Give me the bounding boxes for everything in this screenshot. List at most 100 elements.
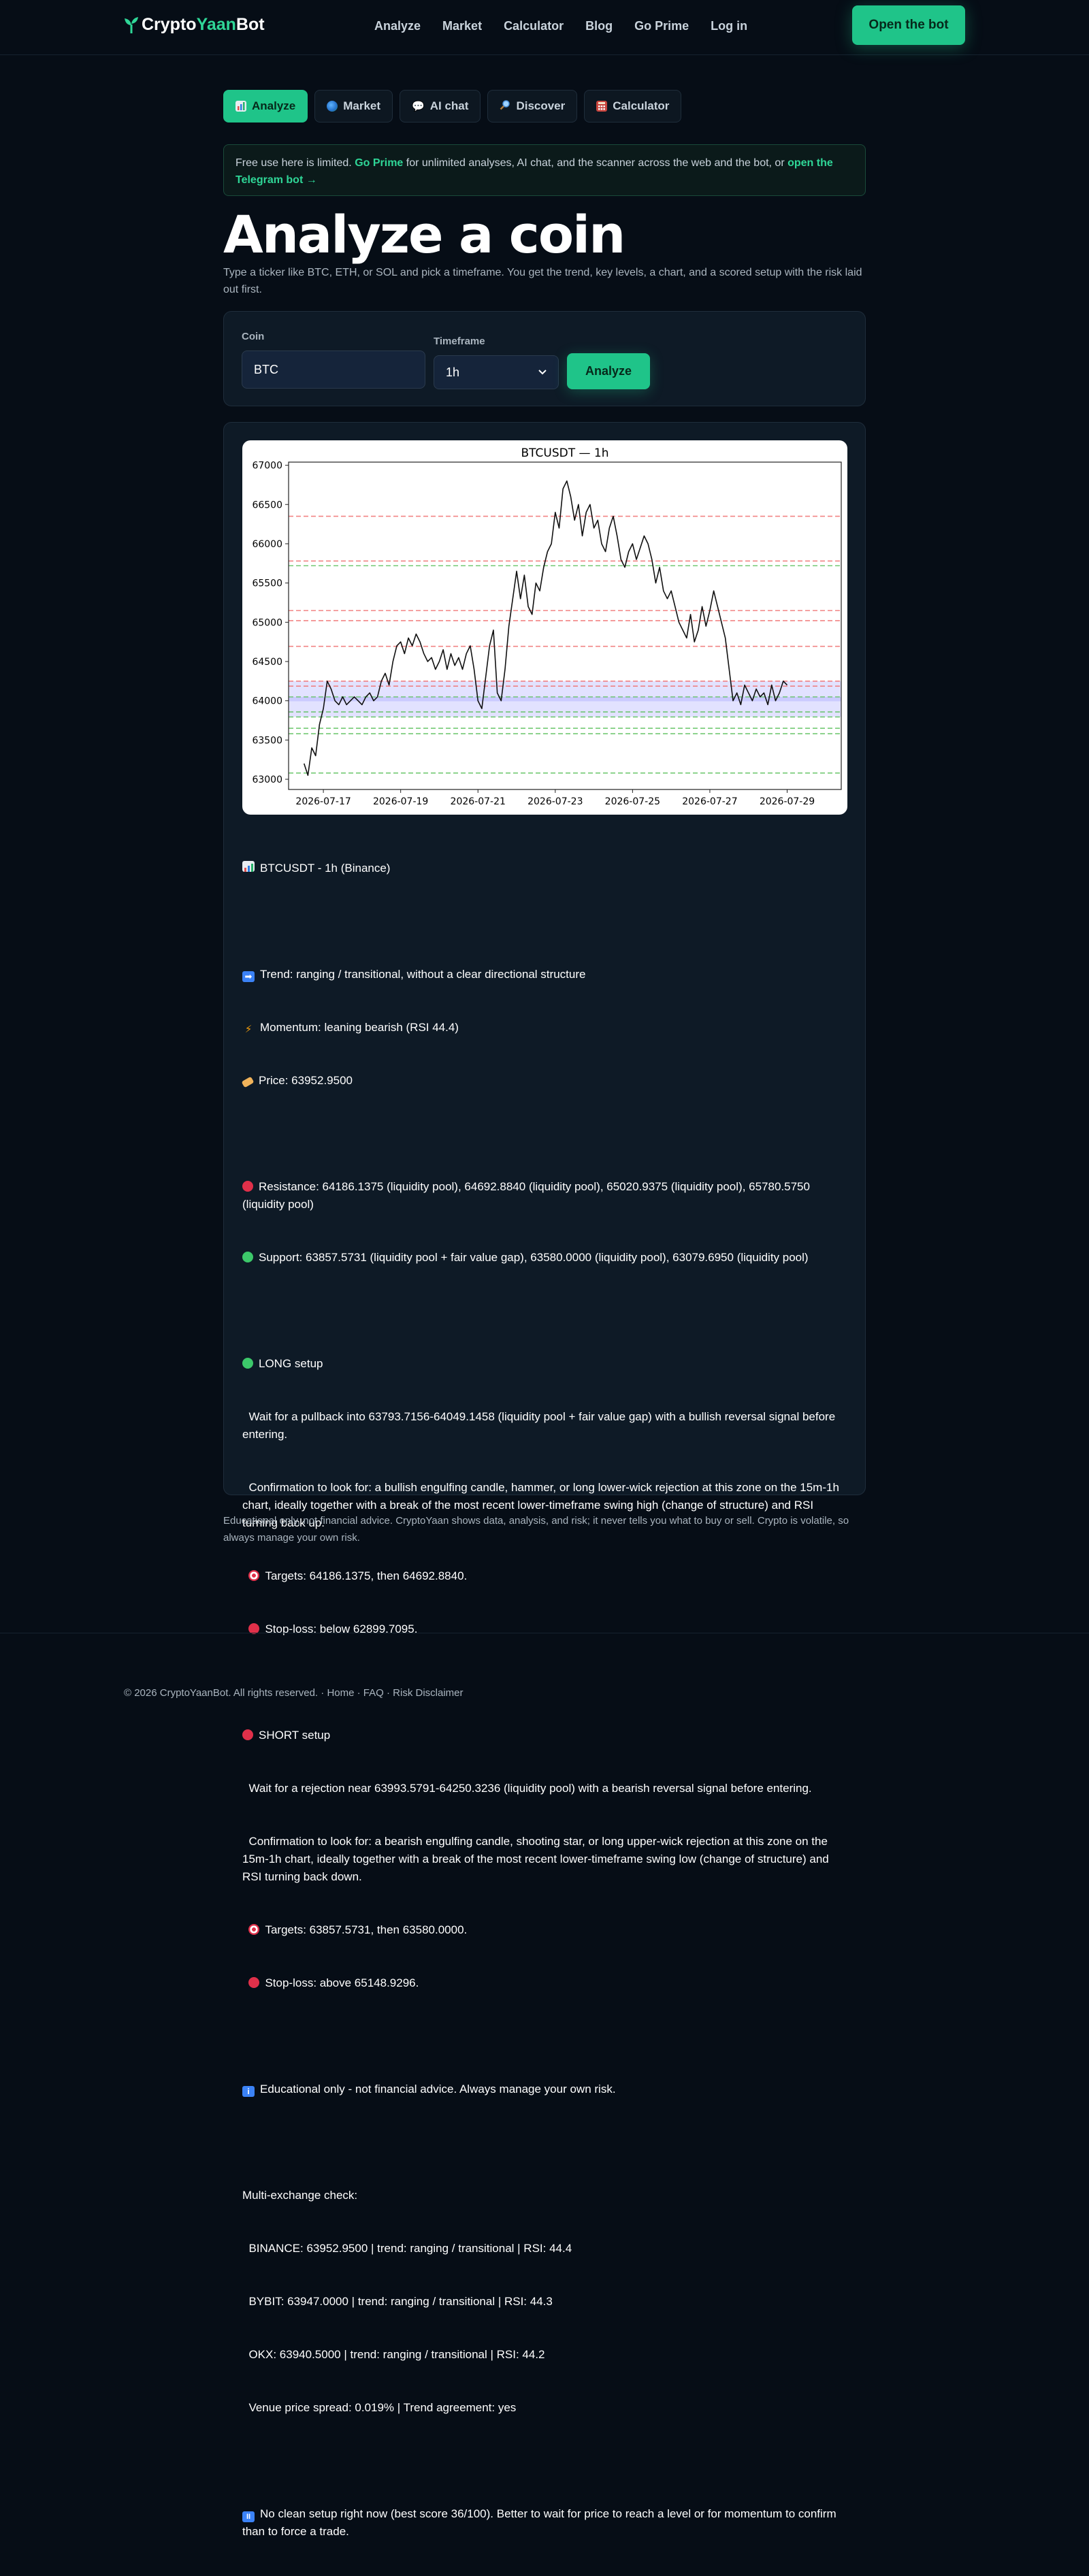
tab-calculator[interactable]: Calculator: [584, 90, 682, 123]
chart-title: BTCUSDT — 1h: [521, 446, 608, 460]
chart-y-tick-label: 64500: [252, 657, 282, 668]
logo-text-yaan: Yaan: [196, 15, 236, 34]
analyze-form: Coin Timeframe 1h Analyze: [223, 311, 866, 406]
target-icon: [248, 1924, 260, 1935]
top-nav: Crypto Yaan Bot Analyze Market Calculator …: [0, 0, 1089, 55]
analysis-result: BTCUSDT — 1h 63000 63500 64000 64500 65000 655…: [223, 422, 866, 2538]
nav-calculator[interactable]: Calculator: [504, 19, 564, 33]
footer-separator: ·: [318, 1687, 327, 1699]
timeframe-value: 1h: [446, 365, 460, 379]
bar-chart-icon: [242, 861, 255, 872]
magnifier-icon: [500, 99, 510, 114]
tab-bar: Analyze Market 💬 AI chat Discover Calcul…: [223, 90, 866, 123]
nav-market[interactable]: Market: [442, 19, 482, 33]
logo[interactable]: Crypto Yaan Bot: [124, 15, 265, 35]
nav-analyze[interactable]: Analyze: [374, 19, 421, 33]
report-trend: Trend: ranging / transitional, without a…: [260, 968, 586, 981]
report-header: BTCUSDT - 1h (Binance): [260, 862, 391, 875]
pause-icon: II: [242, 2511, 255, 2522]
coin-label: Coin: [242, 331, 265, 342]
report-price: Price: 63952.9500: [259, 1074, 353, 1087]
stop-icon: [248, 1977, 260, 1988]
right-arrow-icon: ➡: [242, 971, 255, 982]
green-circle-icon: [242, 1252, 253, 1262]
logo-text-crypto: Crypto: [142, 15, 197, 34]
nav-go-prime[interactable]: Go Prime: [634, 19, 689, 33]
page-disclaimer: Educational only, not financial advice. …: [223, 1515, 849, 1544]
exchange-okx: OKX: 63940.5000 | trend: ranging / trans…: [242, 2348, 545, 2361]
green-circle-icon: [242, 1358, 253, 1369]
venue-spread: Venue price spread: 0.019% | Trend agree…: [242, 2401, 517, 2414]
go-prime-link[interactable]: Go Prime: [355, 157, 403, 169]
notice-text: Free use here is limited.: [235, 157, 355, 169]
tab-label: Calculator: [613, 99, 670, 112]
price-tag-icon: [241, 1076, 255, 1088]
report-verdict: No clean setup right now (best score 36/…: [242, 2507, 840, 2538]
chart-y-tick-label: 67000: [252, 461, 282, 472]
chart-x-tick-label: 2026-07-17: [295, 796, 351, 807]
chart-x-tick-label: 2026-07-27: [682, 796, 737, 807]
chart-y-tick-label: 66500: [252, 500, 282, 510]
lightning-icon: ⚡: [244, 1024, 253, 1035]
short-setup-confirmation: Confirmation to look for: a bearish engu…: [242, 1835, 832, 1883]
sprout-icon: [125, 16, 138, 33]
logo-text-bot: Bot: [235, 15, 265, 34]
footer: © 2026 CryptoYaanBot. All rights reserve…: [124, 1687, 464, 1699]
chart-y-tick-label: 64000: [252, 696, 282, 707]
tab-analyze[interactable]: Analyze: [223, 90, 308, 123]
footer-separator: ·: [383, 1687, 393, 1699]
coin-input[interactable]: [242, 350, 425, 389]
target-icon: [248, 1570, 260, 1581]
page-title: Analyze a coin: [223, 204, 625, 265]
timeframe-label: Timeframe: [434, 336, 485, 347]
tab-market[interactable]: Market: [314, 90, 393, 123]
chart-y-tick-label: 66000: [252, 539, 282, 550]
bar-chart-icon: [235, 101, 246, 112]
tab-ai-chat[interactable]: 💬 AI chat: [400, 90, 481, 123]
chart-y-tick-label: 63500: [252, 735, 282, 746]
chart-frame: [288, 461, 842, 790]
tab-label: Analyze: [252, 99, 296, 112]
globe-icon: [327, 101, 338, 112]
footer-separator: ·: [354, 1687, 363, 1699]
footer-risk-link[interactable]: Risk Disclaimer: [393, 1687, 463, 1699]
red-circle-icon: [242, 1729, 253, 1740]
analysis-report: BTCUSDT - 1h (Binance) ➡ Trend: ranging /…: [241, 824, 848, 2576]
nav-links: Analyze Market Calculator Blog Go Prime …: [374, 19, 747, 33]
report-momentum: Momentum: leaning bearish (RSI 44.4): [260, 1021, 459, 1034]
chart-x-tick-label: 2026-07-21: [451, 796, 506, 807]
timeframe-select[interactable]: 1h: [434, 355, 559, 389]
short-setup-entry: Wait for a rejection near 63993.5791-642…: [242, 1782, 812, 1795]
notice-text: for unlimited analyses, AI chat, and the…: [403, 157, 788, 169]
open-bot-button[interactable]: Open the bot: [852, 5, 965, 45]
short-targets: Targets: 63857.5731, then 63580.0000.: [265, 1923, 468, 1936]
chart-zone: [289, 681, 841, 702]
footer-faq-link[interactable]: FAQ: [363, 1687, 384, 1699]
tab-label: Market: [343, 99, 381, 112]
speech-bubble-icon: 💬: [412, 101, 425, 112]
report-educational: Educational only - not financial advice.…: [260, 2083, 616, 2096]
chart-y-tick-label: 63000: [252, 775, 282, 785]
report-support: Support: 63857.5731 (liquidity pool + fa…: [259, 1251, 809, 1264]
calculator-icon: [596, 101, 608, 112]
chevron-down-icon: [538, 370, 547, 375]
nav-log-in[interactable]: Log in: [711, 19, 747, 33]
tab-label: Discover: [516, 99, 566, 112]
price-chart-svg: BTCUSDT — 1h 63000 63500 64000 64500 65000 655…: [252, 446, 842, 807]
red-circle-icon: [242, 1181, 253, 1192]
chart-y-tick-label: 65000: [252, 617, 282, 628]
footer-copyright: © 2026 CryptoYaanBot. All rights reserve…: [124, 1687, 319, 1699]
tab-label: AI chat: [429, 99, 469, 112]
chart-price-line: [303, 480, 788, 777]
analyze-button[interactable]: Analyze: [567, 353, 650, 389]
long-setup-title: LONG setup: [259, 1357, 323, 1370]
footer-home-link[interactable]: Home: [327, 1687, 354, 1699]
page-subtitle: Type a ticker like BTC, ETH, or SOL and …: [223, 267, 862, 295]
limit-notice: Free use here is limited. Go Prime for u…: [223, 144, 866, 196]
long-stop-loss: Stop-loss: below 62899.7095.: [265, 1623, 418, 1635]
chart-x-tick-label: 2026-07-23: [527, 796, 583, 807]
chart-x-tick-label: 2026-07-25: [605, 796, 660, 807]
nav-blog[interactable]: Blog: [585, 19, 613, 33]
tab-discover[interactable]: Discover: [487, 90, 578, 123]
multi-exchange-title: Multi-exchange check:: [242, 2189, 358, 2202]
